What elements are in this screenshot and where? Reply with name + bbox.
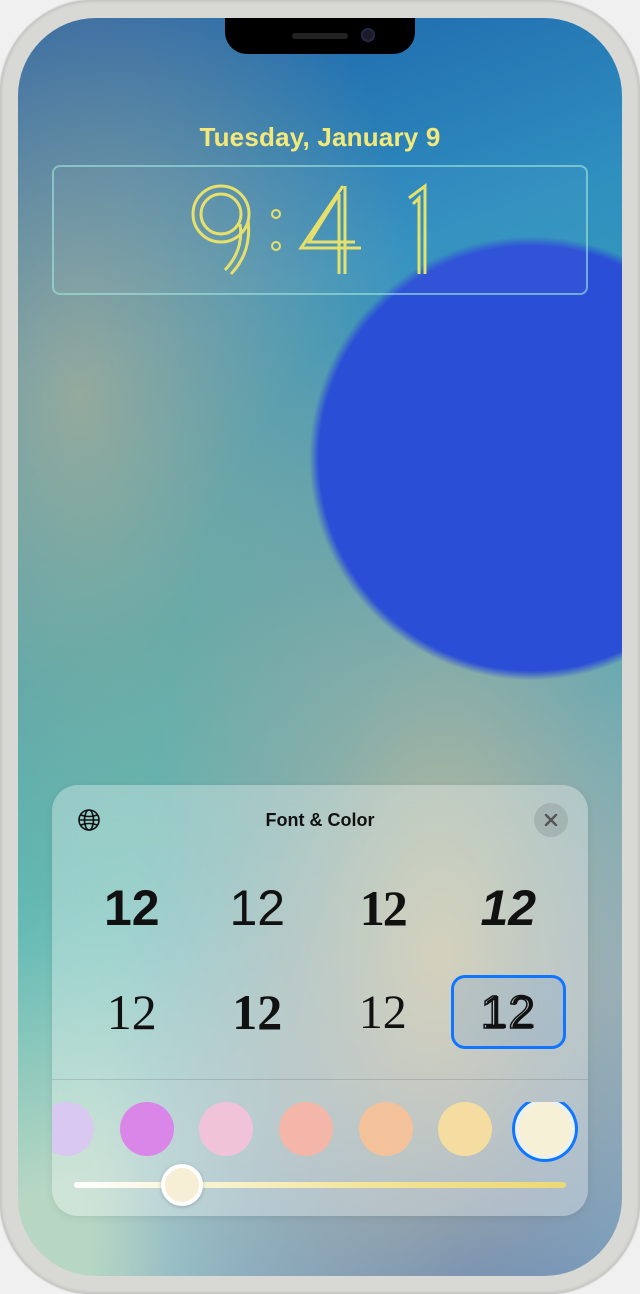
color-swatch-5[interactable] bbox=[359, 1102, 413, 1156]
lockscreen-date[interactable]: Tuesday, January 9 bbox=[18, 122, 622, 153]
color-swatch-7[interactable] bbox=[518, 1102, 572, 1156]
clock-time bbox=[181, 180, 459, 280]
font-grid: 1212121212121212 bbox=[52, 871, 588, 1079]
clock-digit-4 bbox=[291, 180, 371, 280]
color-swatch-3[interactable] bbox=[199, 1102, 253, 1156]
font-option-4[interactable]: 12 bbox=[451, 871, 567, 945]
iphone-device-frame: Tuesday, January 9 bbox=[0, 0, 640, 1294]
front-camera bbox=[361, 28, 375, 42]
close-button[interactable] bbox=[534, 803, 568, 837]
font-color-panel: Font & Color 1212121212121212 bbox=[52, 785, 588, 1216]
clock-digit-9 bbox=[181, 180, 261, 280]
speaker-grille bbox=[292, 33, 348, 39]
close-icon bbox=[544, 813, 558, 827]
color-swatch-6[interactable] bbox=[438, 1102, 492, 1156]
font-option-6[interactable]: 12 bbox=[200, 975, 316, 1049]
font-option-8[interactable]: 12 bbox=[451, 975, 567, 1049]
color-swatch-1[interactable] bbox=[52, 1102, 94, 1156]
color-swatch-4[interactable] bbox=[279, 1102, 333, 1156]
color-swatch-row[interactable] bbox=[52, 1102, 588, 1182]
tint-slider[interactable] bbox=[52, 1182, 588, 1188]
font-option-2[interactable]: 12 bbox=[200, 871, 316, 945]
screen: Tuesday, January 9 bbox=[18, 18, 622, 1276]
panel-title: Font & Color bbox=[266, 810, 375, 831]
font-option-3[interactable]: 12 bbox=[325, 871, 441, 945]
color-swatch-2[interactable] bbox=[120, 1102, 174, 1156]
notch bbox=[225, 18, 415, 54]
globe-button[interactable] bbox=[72, 803, 106, 837]
panel-divider bbox=[52, 1079, 588, 1080]
clock-digit-1 bbox=[379, 180, 459, 280]
slider-track bbox=[74, 1182, 566, 1188]
font-option-1[interactable]: 12 bbox=[74, 871, 190, 945]
clock-colon bbox=[269, 209, 283, 251]
slider-thumb[interactable] bbox=[161, 1164, 203, 1206]
globe-icon bbox=[77, 808, 101, 832]
lockscreen-clock[interactable] bbox=[52, 165, 588, 295]
panel-header: Font & Color bbox=[52, 803, 588, 837]
font-option-7[interactable]: 12 bbox=[325, 975, 441, 1049]
font-option-5[interactable]: 12 bbox=[74, 975, 190, 1049]
